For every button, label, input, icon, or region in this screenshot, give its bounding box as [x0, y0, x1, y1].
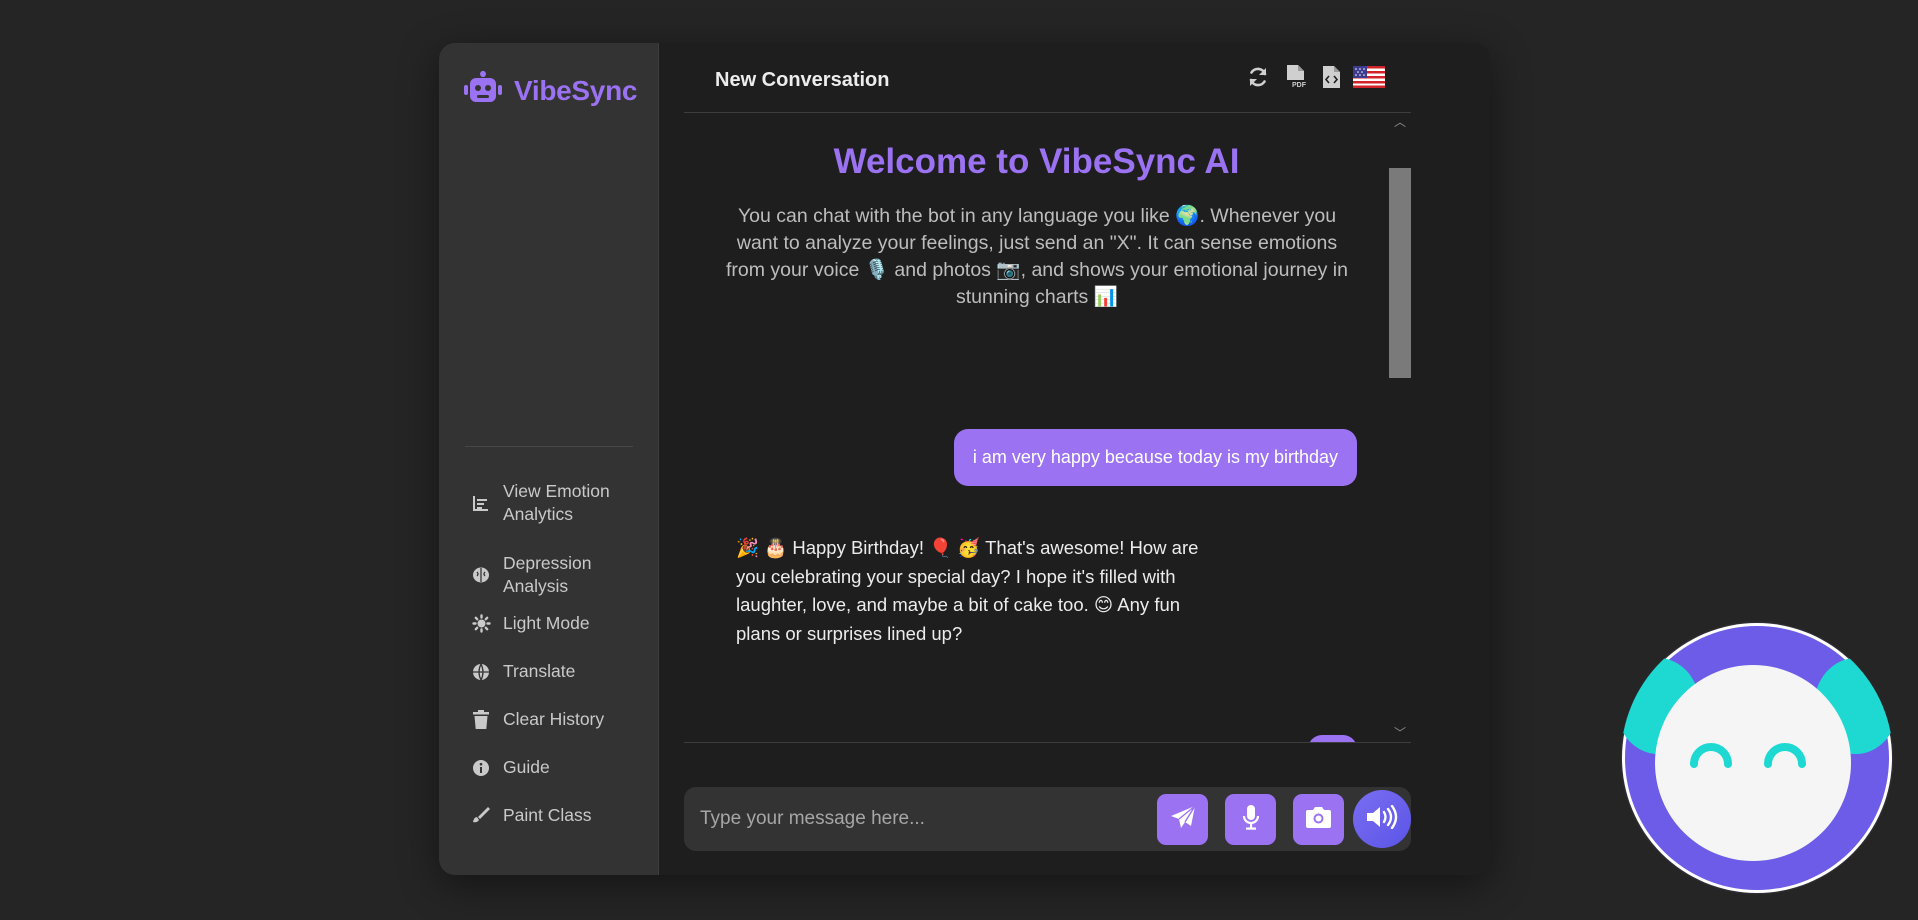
sidebar-item-guide[interactable]: Guide	[465, 756, 556, 779]
microphone-icon	[1242, 804, 1260, 835]
welcome-text: You can chat with the bot in any languag…	[726, 205, 1348, 308]
refresh-icon[interactable]	[1247, 66, 1269, 93]
message-input[interactable]	[700, 787, 1140, 851]
sidebar-item-label: Paint Class	[503, 805, 592, 825]
chat-header: New Conversation PDF 🇺🇸	[684, 43, 1411, 113]
info-icon	[471, 759, 491, 777]
sidebar-item-label: Light Mode	[503, 613, 590, 633]
mascot-avatar[interactable]	[1620, 621, 1894, 895]
code-file-icon[interactable]	[1323, 66, 1340, 93]
sidebar-item-label: Guide	[503, 757, 550, 777]
chat-panel: New Conversation PDF 🇺🇸 Welcome to VibeS…	[659, 43, 1490, 875]
header-actions: PDF 🇺🇸	[1247, 65, 1385, 94]
sidebar-item-translate[interactable]: Translate	[465, 660, 581, 683]
scroll-up-arrow-icon[interactable]: ︿	[1394, 113, 1406, 130]
chat-messages[interactable]: Welcome to VibeSync AI You can chat with…	[684, 113, 1411, 743]
sidebar-item-view-emotion-analytics[interactable]: View Emotion Analytics	[465, 480, 629, 526]
chart-icon	[471, 494, 491, 512]
app-window: VibeSync View Emotion Analytics Depressi…	[439, 43, 1490, 875]
user-message: x	[1308, 735, 1357, 742]
app-name: VibeSync	[514, 74, 638, 106]
sidebar-item-label: View Emotion Analytics	[503, 481, 610, 524]
globe-icon	[471, 663, 491, 681]
camera-button[interactable]	[1293, 794, 1344, 845]
brain-icon	[471, 566, 491, 584]
sidebar-item-clear-history[interactable]: Clear History	[465, 708, 610, 731]
speaker-toggle-button[interactable]	[1353, 790, 1411, 848]
scrollbar-thumb[interactable]	[1389, 168, 1411, 378]
message-composer	[684, 787, 1411, 851]
trash-icon	[471, 710, 491, 729]
robot-icon	[464, 71, 502, 110]
us-flag-icon[interactable]: 🇺🇸	[1353, 66, 1385, 93]
sidebar-divider	[465, 446, 633, 447]
bot-message: 🎉 🎂 Happy Birthday! 🎈 🥳 That's awesome! …	[736, 537, 1199, 644]
sidebar-item-light-mode[interactable]: Light Mode	[465, 612, 596, 635]
voice-input-button[interactable]	[1225, 794, 1276, 845]
send-icon	[1170, 805, 1196, 834]
welcome-title: Welcome to VibeSync AI	[833, 142, 1240, 181]
scroll-down-arrow-icon[interactable]: ﹀	[1394, 724, 1406, 741]
brush-icon	[471, 806, 491, 825]
sidebar-item-label: Clear History	[503, 709, 605, 729]
speaker-icon	[1366, 804, 1398, 834]
user-message: i am very happy because today is my birt…	[953, 429, 1357, 486]
sidebar-item-label: Translate	[503, 661, 576, 681]
sidebar-item-label: Depression Analysis	[503, 553, 592, 596]
chat-scrollbar[interactable]: ︿ ﹀	[1389, 113, 1411, 742]
send-button[interactable]	[1157, 794, 1208, 845]
sun-icon	[471, 614, 491, 633]
sidebar: VibeSync View Emotion Analytics Depressi…	[439, 43, 659, 875]
sidebar-item-depression-analysis[interactable]: Depression Analysis	[465, 552, 629, 598]
conversation-title: New Conversation	[715, 69, 890, 91]
svg-text:PDF: PDF	[1292, 82, 1306, 89]
camera-icon	[1306, 806, 1331, 833]
app-logo[interactable]: VibeSync	[464, 71, 637, 110]
sidebar-item-paint-class[interactable]: Paint Class	[465, 804, 598, 827]
pdf-icon[interactable]: PDF	[1286, 65, 1307, 94]
